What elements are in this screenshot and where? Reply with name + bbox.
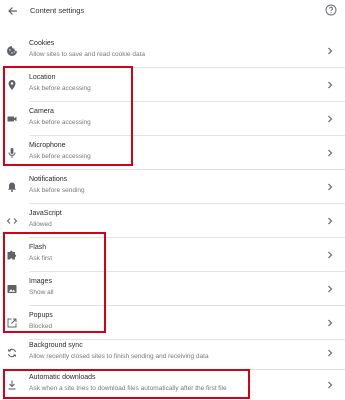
download-icon xyxy=(8,380,16,390)
external-link-icon xyxy=(7,318,17,328)
setting-title: Notifications xyxy=(29,176,68,183)
setting-title: Location xyxy=(29,74,56,81)
setting-row-flash[interactable]: Flash Ask first xyxy=(0,238,345,272)
setting-description: Allowed xyxy=(29,221,52,228)
setting-row-javascript[interactable]: JavaScript Allowed xyxy=(0,204,345,238)
chevron-right-icon xyxy=(328,381,333,389)
setting-row-camera[interactable]: Camera Ask before accessing xyxy=(0,102,345,136)
setting-description: Ask before accessing xyxy=(29,153,91,160)
setting-title: Flash xyxy=(29,244,47,251)
setting-title: Microphone xyxy=(29,142,66,149)
content-settings-page: Content settings Cookies Allow sites to … xyxy=(0,0,345,400)
code-icon xyxy=(6,218,18,224)
chevron-right-icon xyxy=(328,217,333,225)
setting-row-images[interactable]: Images Show all xyxy=(0,272,345,306)
page-title: Content settings xyxy=(30,6,85,15)
setting-title: Automatic downloads xyxy=(29,374,96,381)
setting-title: Popups xyxy=(29,312,53,319)
chevron-right-icon xyxy=(328,183,333,191)
chevron-right-icon xyxy=(328,47,333,55)
chevron-right-icon xyxy=(328,285,333,293)
setting-row-microphone[interactable]: Microphone Ask before accessing xyxy=(0,136,345,170)
location-pin-icon xyxy=(8,80,16,90)
puzzle-icon xyxy=(7,250,17,260)
camera-icon xyxy=(7,116,17,122)
setting-row-background-sync[interactable]: Background sync Allow recently closed si… xyxy=(0,336,345,370)
setting-title: JavaScript xyxy=(29,210,62,217)
setting-description: Ask before accessing xyxy=(29,85,91,92)
image-icon xyxy=(7,285,17,293)
chevron-right-icon xyxy=(328,251,333,259)
setting-title: Cookies xyxy=(29,40,55,47)
chevron-right-icon xyxy=(328,149,333,157)
cookie-icon xyxy=(7,46,17,56)
header: Content settings xyxy=(0,0,345,22)
setting-title: Images xyxy=(29,278,52,285)
setting-description: Allow recently closed sites to finish se… xyxy=(29,353,209,360)
setting-description: Allow sites to save and read cookie data xyxy=(29,51,145,58)
setting-description: Ask first xyxy=(29,255,53,262)
sync-icon xyxy=(7,348,17,358)
chevron-right-icon xyxy=(328,319,333,327)
setting-row-cookies[interactable]: Cookies Allow sites to save and read coo… xyxy=(0,34,345,68)
setting-description: Show all xyxy=(29,289,54,296)
setting-title: Camera xyxy=(29,108,54,115)
setting-description: Ask before accessing xyxy=(29,119,91,126)
setting-row-automatic-downloads[interactable]: Automatic downloads Ask when a site trie… xyxy=(0,368,345,400)
setting-description: Blocked xyxy=(29,323,53,330)
microphone-icon xyxy=(8,148,16,158)
chevron-right-icon xyxy=(328,349,333,357)
setting-row-notifications[interactable]: Notifications Ask before sending xyxy=(0,170,345,204)
setting-row-location[interactable]: Location Ask before accessing xyxy=(0,68,345,102)
setting-row-popups[interactable]: Popups Blocked xyxy=(0,306,345,340)
chevron-right-icon xyxy=(328,115,333,123)
chevron-right-icon xyxy=(328,81,333,89)
setting-title: Background sync xyxy=(29,342,83,349)
setting-description: Ask when a site tries to download files … xyxy=(29,385,227,392)
arrow-left-icon[interactable] xyxy=(6,4,20,18)
help-circle-icon[interactable] xyxy=(325,4,337,16)
bell-icon xyxy=(8,182,16,192)
setting-description: Ask before sending xyxy=(29,187,85,194)
